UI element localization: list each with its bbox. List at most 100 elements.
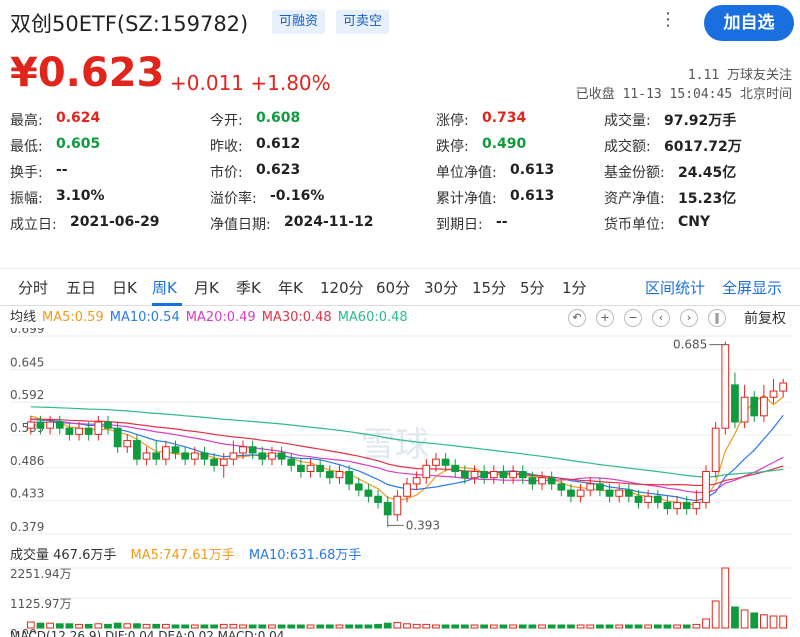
volume-bar (345, 624, 354, 629)
stat-label: 跌停: (436, 139, 469, 155)
pause-icon[interactable]: ‖ (708, 309, 726, 327)
undo-icon[interactable]: ↶ (568, 309, 586, 327)
price-change: +0.011 +1.80% (170, 71, 331, 95)
volume-bar (750, 612, 759, 629)
current-price: ¥0.623 (10, 50, 165, 96)
scroll-left-icon[interactable]: ‹ (652, 309, 670, 327)
add-watchlist-button[interactable]: 加自选 (704, 5, 794, 41)
tab-period[interactable]: 季K (236, 277, 261, 298)
volume-bar (46, 622, 54, 629)
tab-period[interactable]: 年K (278, 277, 303, 298)
candle-body (354, 483, 363, 491)
candle-body (248, 446, 257, 454)
candle-body (470, 471, 479, 479)
stat-value: 97.92万手 (664, 113, 737, 129)
volume-bar (36, 622, 45, 629)
kline-chart[interactable]: 0.6990.6450.5920.5390.4860.4330.379雪球0.6… (0, 328, 800, 544)
candle-body (345, 471, 354, 485)
ma-item: MA20:0.49 (185, 310, 256, 325)
stat-value: -0.16% (270, 188, 325, 204)
candle-body (133, 440, 141, 460)
candle-body (451, 464, 460, 473)
volume-bar (586, 624, 595, 629)
volume-bar (451, 624, 460, 629)
zoom-in-icon[interactable]: + (596, 309, 614, 327)
tab-period[interactable]: 周K (152, 277, 177, 298)
candle-body (104, 421, 112, 429)
candle-body (441, 458, 450, 466)
volume-bar (538, 624, 546, 629)
volume-bar (123, 623, 132, 629)
candle-body (181, 452, 190, 460)
volume-bar (287, 624, 296, 629)
stat-label: 成交额: (604, 139, 651, 155)
zoom-out-icon[interactable]: − (624, 309, 642, 327)
y-tick-label: 0.486 (10, 454, 44, 468)
margin-financing-tag[interactable]: 可融资 (272, 10, 326, 34)
volume-bar (94, 623, 103, 629)
volume-bar (470, 624, 479, 629)
stat-value: 0.613 (510, 188, 555, 204)
volume-bar (393, 622, 402, 629)
follower-count[interactable]: 1.11 万球友关注 (688, 64, 792, 83)
volume-bar (721, 567, 730, 629)
stat-label: 振幅: (10, 191, 43, 207)
y-tick-label: 0.433 (10, 487, 44, 501)
annotation-label: 0.393 (406, 518, 440, 532)
volume-bar (277, 624, 286, 629)
volume-bar (239, 624, 247, 629)
header: 双创50ETF(SZ:159782) 可融资 可卖空 ⋮ 加自选 (0, 0, 800, 48)
candle-body (161, 446, 170, 460)
more-options-icon[interactable]: ⋮ (656, 8, 680, 32)
candle-body (480, 471, 489, 479)
candle-body (190, 452, 199, 460)
volume-bar (316, 624, 325, 629)
volume-bar (480, 624, 489, 629)
ma-legend: 均线 MA5:0.59 MA10:0.54 MA20:0.49 MA30:0.48 MA6… (10, 306, 414, 325)
volume-bar (26, 621, 35, 629)
volume-bar (412, 623, 421, 629)
volume-bar (133, 623, 141, 629)
tab-period[interactable]: 1分 (562, 277, 587, 298)
tab-period[interactable]: 月K (194, 277, 219, 298)
volume-bar (567, 624, 575, 629)
volume-bar (499, 624, 508, 629)
candle-body (325, 471, 334, 479)
stat-label: 累计净值: (436, 191, 497, 207)
fullscreen-link[interactable]: 全屏显示 (722, 277, 782, 298)
scroll-right-icon[interactable]: › (680, 309, 698, 327)
candle-body (297, 464, 305, 473)
candle-body (750, 396, 759, 417)
volume-bar (297, 624, 305, 629)
volume-bar (692, 623, 701, 629)
stat-value: 0.624 (56, 110, 101, 126)
adjust-toggle[interactable]: 前复权 (744, 308, 786, 328)
tab-period[interactable]: 15分 (472, 277, 506, 298)
ma-item: MA10:0.54 (109, 310, 180, 325)
stat-value: 0.605 (56, 136, 101, 152)
tab-period[interactable]: 5分 (520, 277, 545, 298)
volume-bar (644, 624, 653, 629)
volume-bar (653, 624, 662, 629)
y-tick-label: 0.699 (10, 328, 44, 336)
stat-label: 昨收: (210, 139, 243, 155)
y-tick-label: 0.379 (10, 520, 44, 534)
range-stats-link[interactable]: 区间统计 (645, 277, 705, 298)
stat-label: 成交量: (604, 113, 651, 129)
volume-bar (634, 624, 643, 629)
tab-period[interactable]: 30分 (424, 277, 458, 298)
short-selling-tag[interactable]: 可卖空 (336, 10, 390, 34)
tab-period[interactable]: 日K (112, 277, 137, 298)
tab-period[interactable]: 分时 (18, 277, 48, 298)
candle-body (547, 477, 556, 485)
candle-body (663, 501, 672, 510)
tab-period[interactable]: 五日 (66, 277, 96, 298)
stat-value: 0.734 (482, 110, 527, 126)
volume-bar (779, 615, 788, 629)
volume-bar (422, 623, 431, 629)
candle-body (557, 483, 566, 491)
candle-body (432, 458, 440, 466)
tab-period[interactable]: 120分 (320, 277, 364, 298)
volume-chart[interactable]: 2251.94万1125.97万0.00 (0, 562, 800, 634)
tab-period[interactable]: 60分 (376, 277, 410, 298)
